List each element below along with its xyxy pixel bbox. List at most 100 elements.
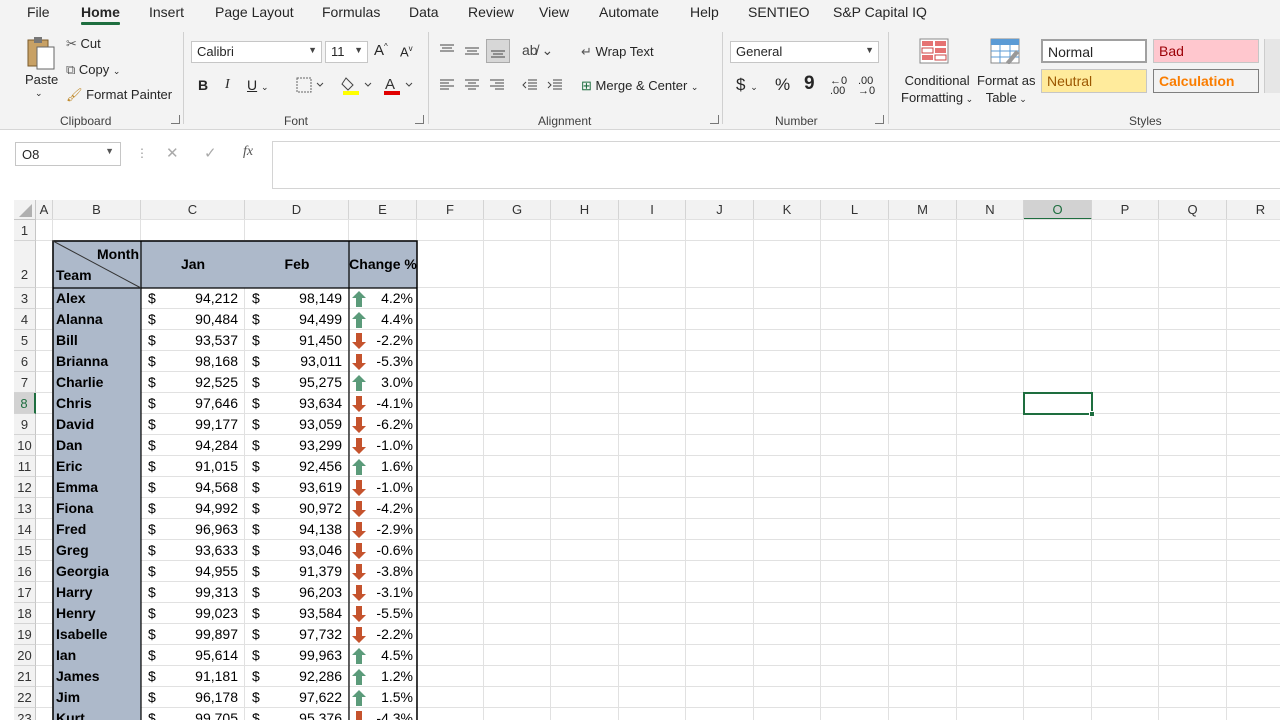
jan-value-cell[interactable]: 96,963 — [141, 521, 238, 537]
italic-button[interactable]: I — [225, 77, 230, 93]
orientation-icon[interactable]: ab̸ ⌄ — [522, 42, 553, 59]
jan-value-cell[interactable]: 95,614 — [141, 647, 238, 663]
tab-file[interactable]: File — [27, 4, 50, 20]
jan-value-cell[interactable]: 97,646 — [141, 395, 238, 411]
feb-value-cell[interactable]: 93,011 — [245, 353, 342, 369]
corner-team-label[interactable]: Team — [56, 267, 92, 283]
team-name-cell[interactable]: David — [56, 416, 94, 432]
percent-button[interactable]: % — [775, 75, 790, 95]
tab-data[interactable]: Data — [409, 4, 439, 20]
team-name-cell[interactable]: Henry — [56, 605, 96, 621]
font-launcher[interactable] — [415, 115, 424, 124]
fill-color-button[interactable] — [340, 73, 376, 97]
team-name-cell[interactable]: Ian — [56, 647, 76, 663]
tab-help[interactable]: Help — [690, 4, 719, 20]
increase-indent-icon[interactable] — [544, 74, 566, 96]
style-calculation[interactable]: Calculation — [1153, 69, 1259, 93]
feb-value-cell[interactable]: 90,972 — [245, 500, 342, 516]
merge-center-button[interactable]: ⊞ Merge & Center ⌄ — [581, 78, 698, 94]
jan-value-cell[interactable]: 99,177 — [141, 416, 238, 432]
feb-value-cell[interactable]: 94,138 — [245, 521, 342, 537]
tab-sentieo[interactable]: SENTIEO — [748, 4, 809, 20]
team-name-cell[interactable]: Isabelle — [56, 626, 107, 642]
tab-view[interactable]: View — [539, 4, 569, 20]
cut-button[interactable]: ✂ Cut — [66, 36, 101, 52]
currency-button[interactable]: $ ⌄ — [736, 75, 758, 95]
paste-label[interactable]: Paste — [25, 72, 58, 87]
paste-dropdown-icon[interactable]: ⌄ — [35, 88, 43, 99]
align-left-icon[interactable] — [436, 74, 458, 96]
copy-button[interactable]: ⧉ Copy ⌄ — [66, 62, 120, 78]
align-center-icon[interactable] — [461, 74, 483, 96]
team-name-cell[interactable]: Fiona — [56, 500, 93, 516]
jan-value-cell[interactable]: 98,168 — [141, 353, 238, 369]
tab-review[interactable]: Review — [468, 4, 514, 20]
conditional-formatting-icon[interactable] — [918, 37, 950, 65]
tab-page-layout[interactable]: Page Layout — [215, 4, 294, 20]
format-as-table-icon[interactable] — [989, 37, 1021, 65]
jan-value-cell[interactable]: 94,284 — [141, 437, 238, 453]
jan-value-cell[interactable]: 91,015 — [141, 458, 238, 474]
conditional-formatting-button[interactable]: Conditional Formatting ⌄ — [901, 72, 973, 108]
team-name-cell[interactable]: Brianna — [56, 353, 108, 369]
jan-value-cell[interactable]: 99,897 — [141, 626, 238, 642]
team-name-cell[interactable]: Fred — [56, 521, 86, 537]
team-name-cell[interactable]: James — [56, 668, 100, 684]
align-bottom-icon[interactable] — [486, 39, 510, 63]
number-format-select[interactable]: General ▼ — [730, 41, 879, 63]
style-normal[interactable]: Normal — [1041, 39, 1147, 63]
paste-button[interactable] — [22, 34, 60, 72]
jan-value-cell[interactable]: 91,181 — [141, 668, 238, 684]
jan-value-cell[interactable]: 90,484 — [141, 311, 238, 327]
feb-value-cell[interactable]: 93,584 — [245, 605, 342, 621]
team-name-cell[interactable]: Kurt — [56, 710, 85, 720]
team-name-cell[interactable]: Charlie — [56, 374, 103, 390]
enter-icon[interactable]: ✓ — [204, 144, 217, 162]
feb-value-cell[interactable]: 93,299 — [245, 437, 342, 453]
borders-button[interactable] — [292, 75, 328, 95]
jan-value-cell[interactable]: 99,705 — [141, 710, 238, 720]
font-size-select[interactable]: 11 ▼ — [325, 41, 368, 63]
format-painter-button[interactable]: 🖌 Format Painter — [66, 87, 172, 103]
jan-value-cell[interactable]: 93,633 — [141, 542, 238, 558]
cancel-icon[interactable]: ✕ — [166, 144, 179, 162]
feb-value-cell[interactable]: 92,456 — [245, 458, 342, 474]
feb-value-cell[interactable]: 92,286 — [245, 668, 342, 684]
feb-value-cell[interactable]: 93,634 — [245, 395, 342, 411]
styles-gallery-scroll[interactable] — [1264, 39, 1280, 93]
underline-button[interactable]: U ⌄ — [247, 77, 269, 93]
tab-formulas[interactable]: Formulas — [322, 4, 380, 20]
align-right-icon[interactable] — [486, 74, 508, 96]
decrease-indent-icon[interactable] — [519, 74, 541, 96]
formula-input[interactable] — [272, 141, 1280, 189]
selected-cell[interactable] — [1023, 392, 1093, 415]
name-box[interactable]: O8 ▼ — [15, 142, 121, 166]
feb-value-cell[interactable]: 99,963 — [245, 647, 342, 663]
feb-value-cell[interactable]: 93,059 — [245, 416, 342, 432]
header-change-pct[interactable]: Change % — [349, 256, 417, 272]
header-jan[interactable]: Jan — [141, 256, 245, 272]
font-name-select[interactable]: Calibri ▼ — [191, 41, 322, 63]
increase-decimal-icon[interactable]: ←0.00 — [830, 76, 847, 97]
feb-value-cell[interactable]: 97,732 — [245, 626, 342, 642]
jan-value-cell[interactable]: 94,955 — [141, 563, 238, 579]
header-feb[interactable]: Feb — [245, 256, 349, 272]
team-name-cell[interactable]: Chris — [56, 395, 92, 411]
jan-value-cell[interactable]: 93,537 — [141, 332, 238, 348]
clipboard-launcher[interactable] — [171, 115, 180, 124]
number-launcher[interactable] — [875, 115, 884, 124]
team-name-cell[interactable]: Bill — [56, 332, 78, 348]
tab-s-p-capital-iq[interactable]: S&P Capital IQ — [833, 4, 927, 20]
feb-value-cell[interactable]: 91,379 — [245, 563, 342, 579]
feb-value-cell[interactable]: 93,046 — [245, 542, 342, 558]
decrease-font-icon[interactable]: Av — [400, 44, 413, 59]
jan-value-cell[interactable]: 92,525 — [141, 374, 238, 390]
feb-value-cell[interactable]: 98,149 — [245, 290, 342, 306]
corner-month-label[interactable]: Month — [93, 246, 139, 262]
jan-value-cell[interactable]: 94,992 — [141, 500, 238, 516]
font-color-button[interactable]: A — [381, 73, 417, 97]
team-name-cell[interactable]: Greg — [56, 542, 89, 558]
team-name-cell[interactable]: Emma — [56, 479, 98, 495]
style-bad[interactable]: Bad — [1153, 39, 1259, 63]
team-name-cell[interactable]: Alex — [56, 290, 86, 306]
